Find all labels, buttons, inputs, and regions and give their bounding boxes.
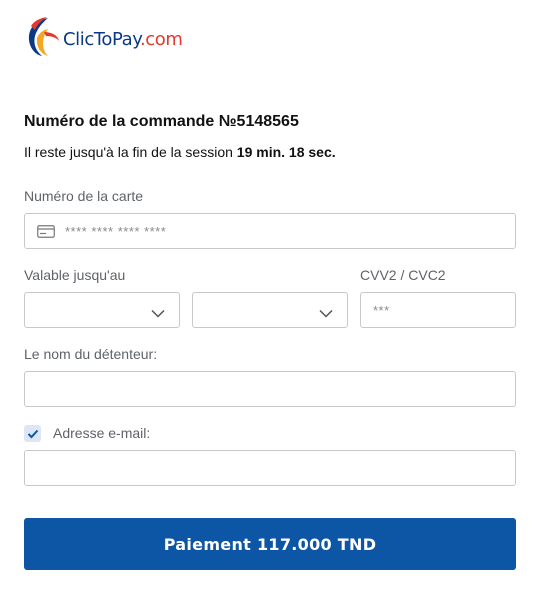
- checkmark-icon: [27, 429, 38, 438]
- holder-name-field[interactable]: [24, 371, 516, 407]
- chevron-down-icon: [151, 305, 165, 323]
- clictopay-logo-icon: [28, 17, 59, 56]
- expiry-label: Valable jusqu'au: [24, 267, 126, 283]
- cvv-input[interactable]: [361, 293, 515, 327]
- chevron-down-icon: [319, 305, 333, 323]
- order-title: Numéro de la commande №5148565: [24, 113, 299, 130]
- expiry-month-select[interactable]: [24, 292, 180, 328]
- email-field[interactable]: [24, 450, 516, 486]
- holder-name-input[interactable]: [25, 372, 515, 406]
- card-number-label: Numéro de la carte: [24, 188, 144, 204]
- credit-card-icon: [37, 225, 55, 243]
- card-number-input[interactable]: [25, 214, 515, 248]
- session-time: 19 min. 18 sec.: [236, 144, 336, 160]
- cvv-label: CVV2 / CVC2: [360, 267, 446, 283]
- expiry-year-select[interactable]: [192, 292, 348, 328]
- logo-name: ClicToPay: [63, 28, 140, 50]
- holder-name-label: Le nom du détenteur:: [24, 346, 158, 362]
- session-prefix: Il reste jusqu'à la fin de la session: [24, 144, 233, 160]
- logo-wordmark: ClicToPay.com: [63, 29, 183, 50]
- session-timer: Il reste jusqu'à la fin de la session 19…: [24, 144, 336, 160]
- logo-tld: .com: [139, 28, 183, 50]
- clictopay-logo: ClicToPay.com: [24, 16, 183, 58]
- email-checkbox[interactable]: [24, 425, 41, 442]
- card-number-field[interactable]: [24, 213, 516, 249]
- pay-button[interactable]: Paiement 117.000 TND: [24, 518, 516, 570]
- cvv-field[interactable]: [360, 292, 516, 328]
- email-label: Adresse e-mail:: [53, 425, 151, 441]
- email-input[interactable]: [25, 451, 515, 485]
